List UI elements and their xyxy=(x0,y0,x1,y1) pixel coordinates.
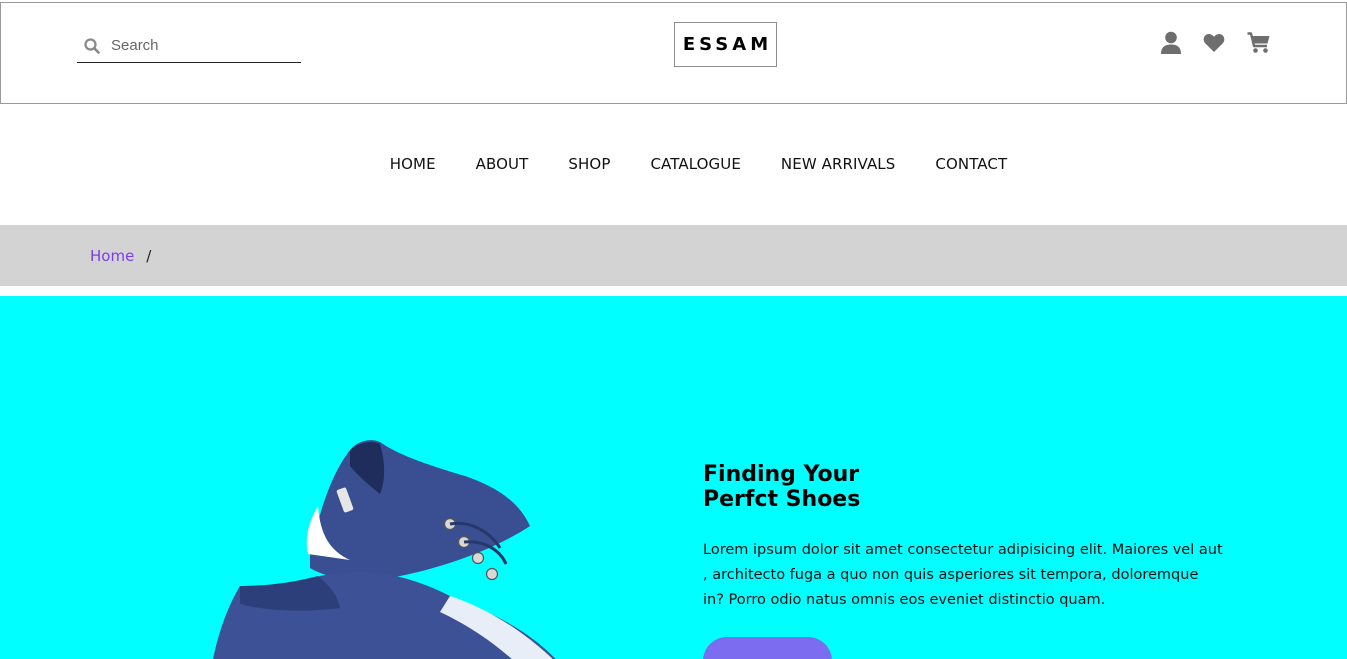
cart-icon[interactable] xyxy=(1247,31,1271,55)
user-icon[interactable] xyxy=(1159,31,1183,55)
nav-link-home[interactable]: HOME xyxy=(390,155,436,173)
hero-title-line-2: Perfct Shoes xyxy=(703,487,861,512)
nav-item-home: HOME xyxy=(390,155,436,174)
nav-item-shop: SHOP xyxy=(568,155,610,174)
nav-link-about[interactable]: ABOUT xyxy=(476,155,529,173)
breadcrumb-separator: / xyxy=(146,246,152,265)
nav-item-new-arrivals: NEW ARRIVALS xyxy=(781,155,895,174)
hero-text: Finding Your Perfct Shoes Lorem ipsum do… xyxy=(703,462,1223,613)
shop-now-button[interactable]: SHOP NOW xyxy=(703,637,832,659)
nav-list: HOME ABOUT SHOP CATALOGUE NEW ARRIVALS C… xyxy=(390,155,1008,174)
hero-description: Lorem ipsum dolor sit amet consectetur a… xyxy=(703,542,1223,608)
search-icon[interactable] xyxy=(83,37,101,55)
heart-icon[interactable] xyxy=(1202,31,1226,55)
hero-title: Finding Your Perfct Shoes xyxy=(703,462,1223,512)
search-bar xyxy=(77,29,301,63)
breadcrumb: Home / xyxy=(0,225,1347,286)
shoe-image xyxy=(213,440,556,659)
nav-link-contact[interactable]: CONTACT xyxy=(935,155,1007,173)
nav-link-catalogue[interactable]: CATALOGUE xyxy=(650,155,740,173)
header-icons xyxy=(1159,31,1271,55)
site-logo[interactable]: ESSAM xyxy=(674,22,777,67)
nav-item-about: ABOUT xyxy=(476,155,529,174)
nav-link-new-arrivals[interactable]: NEW ARRIVALS xyxy=(781,155,895,173)
main-nav: HOME ABOUT SHOP CATALOGUE NEW ARRIVALS C… xyxy=(0,104,1347,225)
search-input[interactable] xyxy=(111,37,291,54)
hero-section: Finding Your Perfct Shoes Lorem ipsum do… xyxy=(0,296,1347,659)
nav-item-catalogue: CATALOGUE xyxy=(650,155,740,174)
top-header: ESSAM xyxy=(0,2,1347,104)
nav-link-shop[interactable]: SHOP xyxy=(568,155,610,173)
hero-title-line-1: Finding Your xyxy=(703,462,860,487)
nav-item-contact: CONTACT xyxy=(935,155,1007,174)
breadcrumb-home-link[interactable]: Home xyxy=(90,247,134,265)
